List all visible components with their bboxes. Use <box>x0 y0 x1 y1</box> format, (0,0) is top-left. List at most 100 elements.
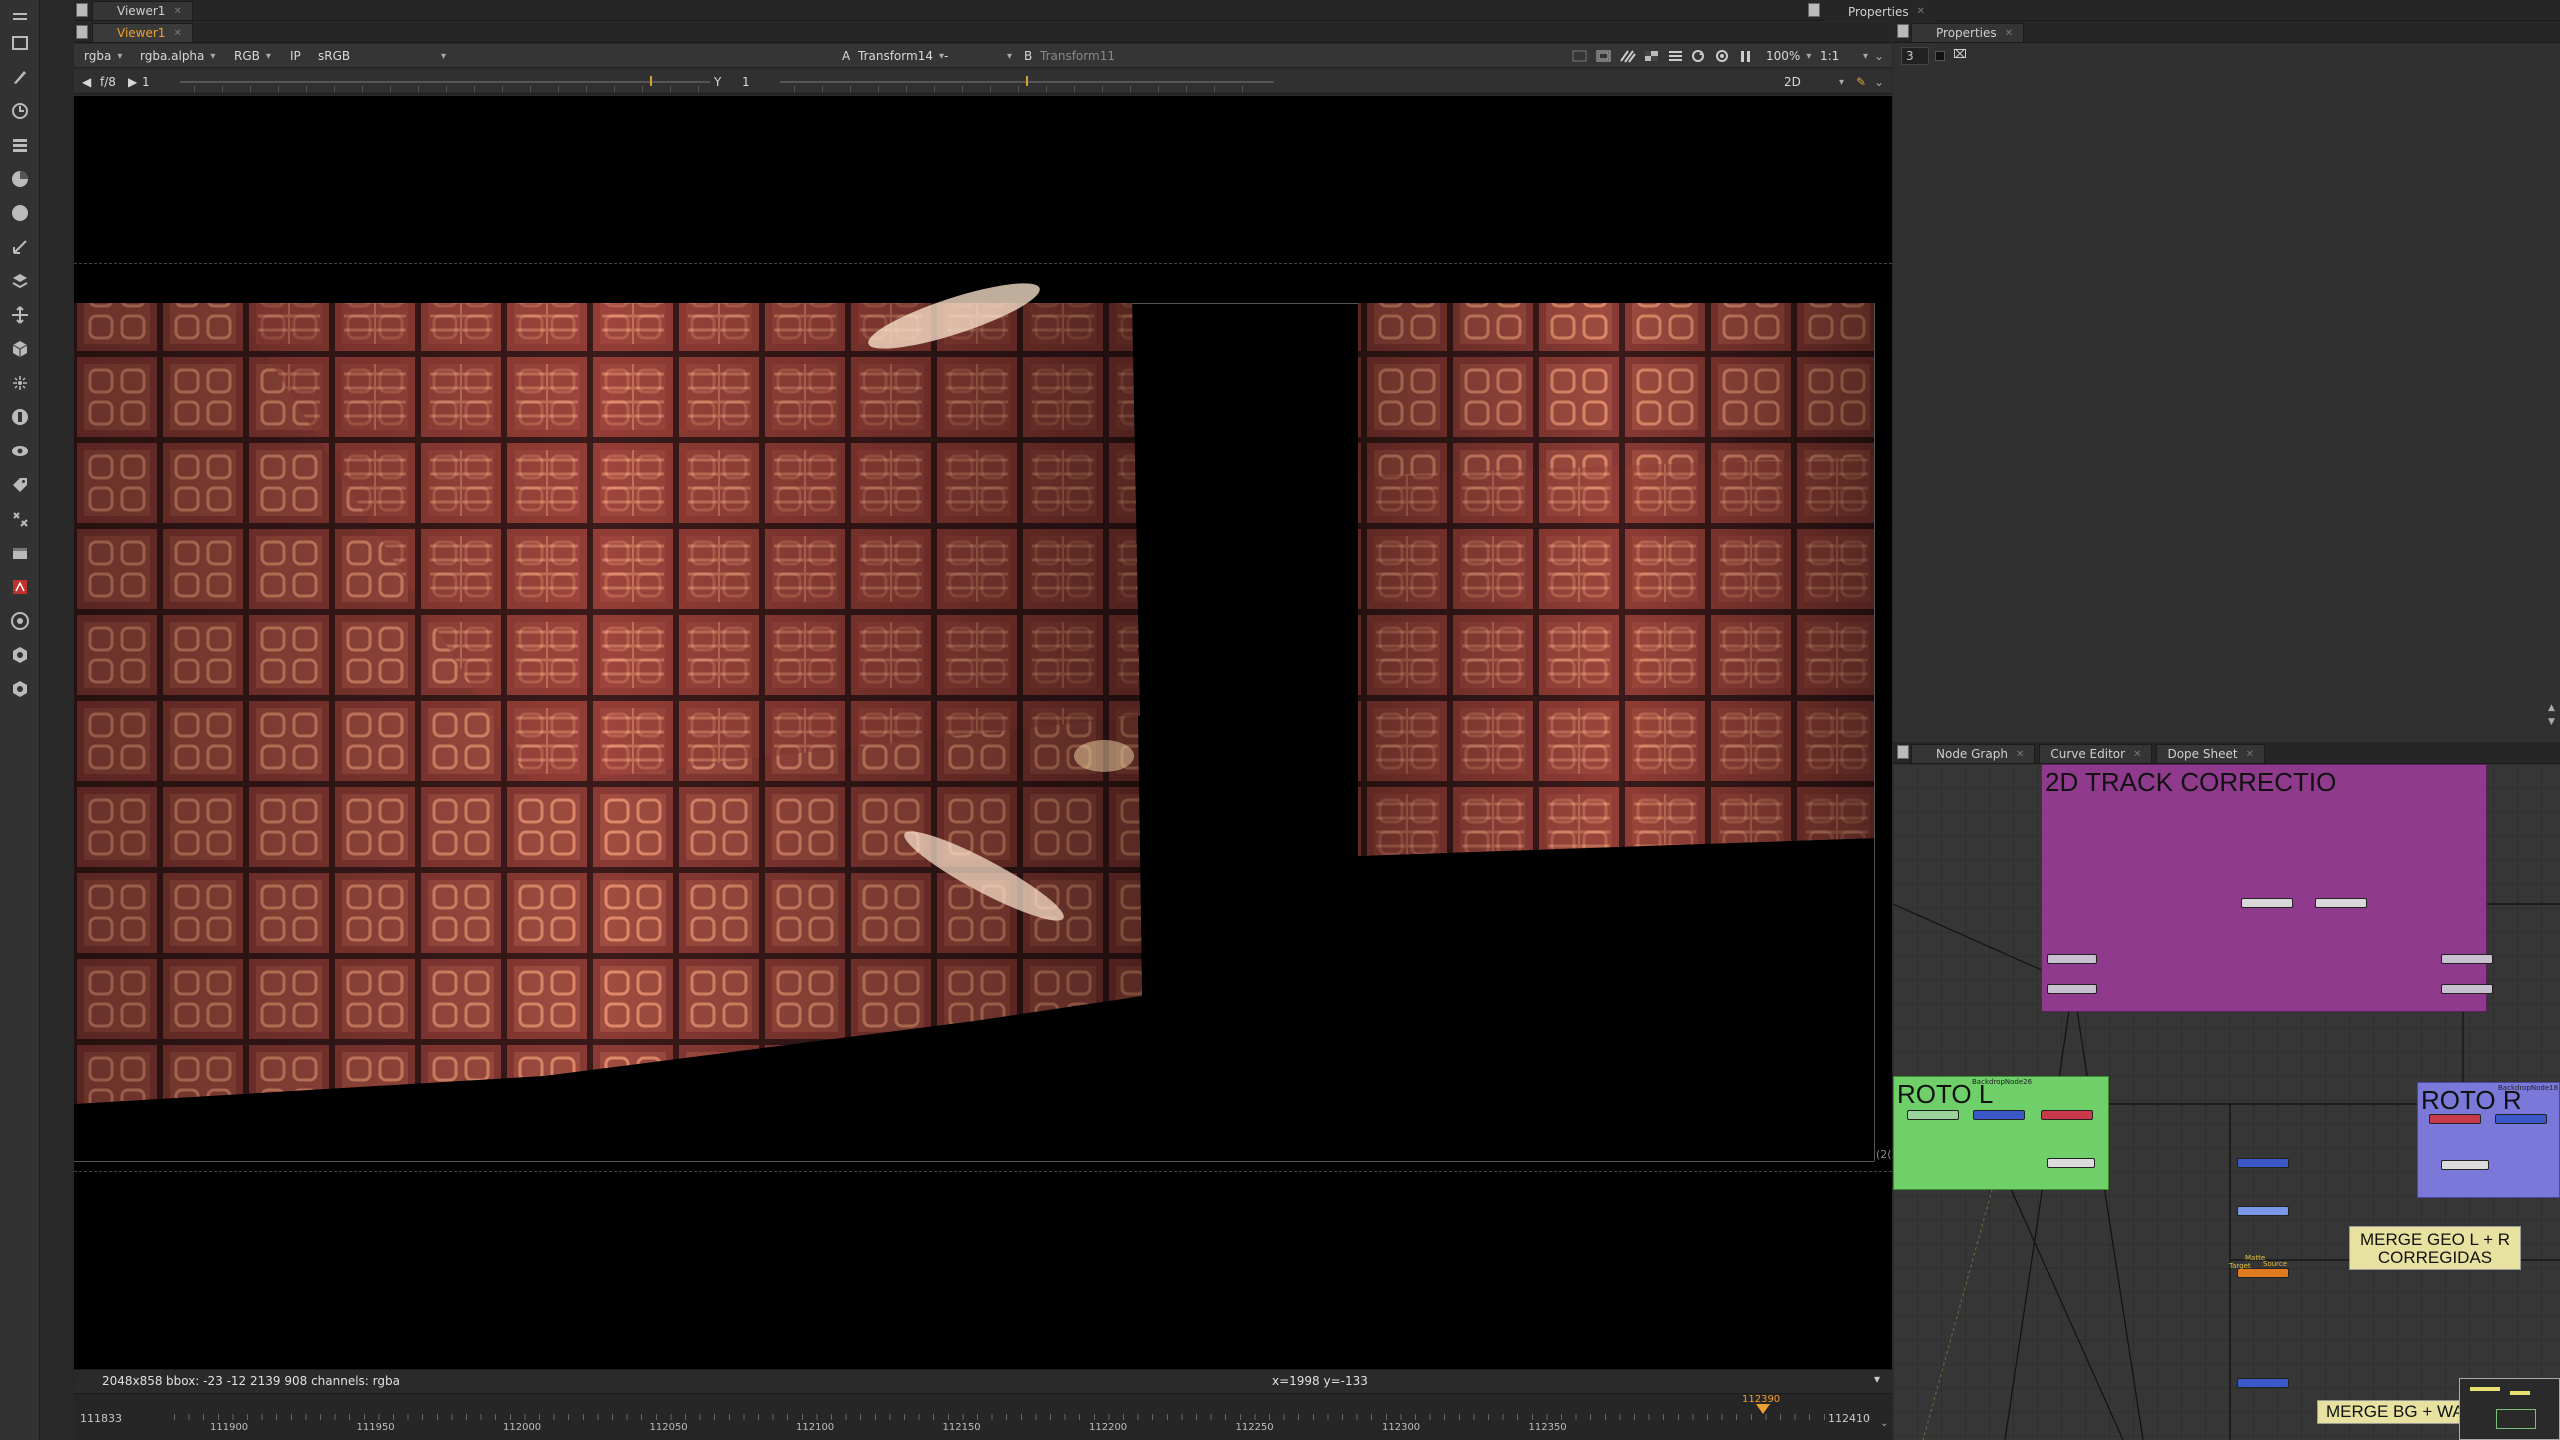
scroll-down-icon[interactable]: ▼ <box>2548 717 2555 727</box>
gamma-value[interactable]: 1 <box>742 73 750 91</box>
transform-node[interactable] <box>2441 954 2493 964</box>
tab-curve-editor[interactable]: Curve Editor ✕ <box>2039 744 2153 763</box>
pane-menu-icon[interactable] <box>1808 3 1820 17</box>
timeline[interactable]: 111833 111900 111950 112000 112050 112100 112… <box>74 1393 1892 1440</box>
keyer-tool-icon[interactable] <box>7 234 33 260</box>
merge-node[interactable] <box>2237 1158 2289 1168</box>
sticky-note-merge-geo[interactable]: MERGE GEO L + R CORREGIDAS <box>2349 1226 2521 1270</box>
close-icon[interactable]: ✕ <box>2133 749 2141 760</box>
deep-tool-icon[interactable] <box>7 404 33 430</box>
time-tool-icon[interactable] <box>7 98 33 124</box>
display-channels-dropdown[interactable]: RGB <box>234 47 271 65</box>
tab-dope-sheet[interactable]: Dope Sheet ✕ <box>2156 744 2265 763</box>
max-panels-input[interactable]: 3 <box>1901 47 1929 65</box>
expand2-icon[interactable]: ⌄ <box>1874 73 1884 91</box>
shuffle-node[interactable] <box>1973 1110 2025 1120</box>
gain-slider[interactable] <box>180 81 710 83</box>
refresh-icon[interactable] <box>1690 47 1706 65</box>
transform-node[interactable] <box>2047 954 2097 964</box>
gizmo-tool-icon[interactable] <box>7 642 33 668</box>
grade-node[interactable] <box>2237 1206 2289 1216</box>
transform-node[interactable] <box>2047 984 2097 994</box>
color-tool-icon[interactable] <box>7 166 33 192</box>
operation-dropdown[interactable]: - <box>944 47 1012 65</box>
other-tool-icon[interactable] <box>7 540 33 566</box>
expand-icon[interactable]: ⌄ <box>1874 47 1884 65</box>
gain-increment-icon[interactable]: ▶ <box>128 73 137 91</box>
pause-icon[interactable] <box>1738 47 1754 65</box>
mask-overlay-icon[interactable] <box>1596 47 1612 65</box>
merge-node[interactable] <box>2237 1378 2289 1388</box>
draw-tool-icon[interactable] <box>7 64 33 90</box>
clear-panels-icon[interactable]: ⌧ <box>1953 47 1967 61</box>
checker-icon[interactable] <box>1644 47 1660 65</box>
gain-slider-handle[interactable] <box>650 76 652 86</box>
roto-node[interactable] <box>1907 1110 1959 1120</box>
merge-tool-icon[interactable] <box>7 268 33 294</box>
close-icon[interactable]: ✕ <box>2005 28 2013 39</box>
proxy-dropdown[interactable]: 1:1 <box>1820 47 1868 65</box>
backdrop-roto-r[interactable]: ROTO R BackdropNode18 <box>2417 1082 2560 1198</box>
3d-tool-icon[interactable] <box>7 336 33 362</box>
tab-viewer1[interactable]: Viewer1 ✕ <box>92 23 193 42</box>
settings-icon[interactable] <box>1714 47 1730 65</box>
pane-menu-icon[interactable] <box>1897 745 1909 759</box>
gamma-slider-handle[interactable] <box>1026 76 1028 86</box>
premult-node[interactable] <box>2441 1160 2489 1170</box>
scroll-up-icon[interactable]: ▲ <box>2548 703 2555 713</box>
node-graph-canvas[interactable]: 2D TRACK CORRECTIO ROTO L BackdropNode26… <box>1893 764 2560 1440</box>
lut-dropdown[interactable]: sRGB <box>318 47 446 65</box>
menu-icon[interactable] <box>7 6 33 32</box>
ip-toggle[interactable]: IP <box>290 47 301 65</box>
close-icon[interactable]: ✕ <box>173 28 181 39</box>
input-b-value[interactable]: Transform11 <box>1040 47 1115 65</box>
tab-properties[interactable]: Properties ✕ <box>1911 23 2025 42</box>
pane-menu-icon[interactable] <box>76 3 88 17</box>
backdrop-2d-track[interactable]: 2D TRACK CORRECTIO <box>2041 764 2487 1012</box>
close-icon[interactable]: ✕ <box>1917 6 1925 17</box>
view-mode-dropdown[interactable]: 2D <box>1784 73 1844 91</box>
image-tool-icon[interactable] <box>7 30 33 56</box>
channel-tool-icon[interactable] <box>7 132 33 158</box>
info-icon[interactable] <box>1668 47 1684 65</box>
alpha-channel-dropdown[interactable]: rgba.alpha <box>140 47 215 65</box>
timeline-start[interactable]: 111833 <box>80 1412 122 1425</box>
tracker-node[interactable] <box>2315 898 2367 908</box>
tab-node-graph[interactable]: Node Graph ✕ <box>1911 744 2036 763</box>
zebra-icon[interactable] <box>1620 47 1636 65</box>
zoom-dropdown[interactable]: 100% <box>1766 47 1811 65</box>
node-graph-navigator[interactable] <box>2459 1378 2560 1440</box>
backdrop-roto-l[interactable]: ROTO L BackdropNode26 <box>1893 1076 2109 1190</box>
viewer-canvas[interactable]: (2( <box>74 96 1892 1369</box>
toolsets-tool-icon[interactable] <box>7 506 33 532</box>
views-tool-icon[interactable] <box>7 438 33 464</box>
gain-value[interactable]: 1 <box>142 73 150 91</box>
particles-tool-icon[interactable] <box>7 370 33 396</box>
gain-decrement-icon[interactable]: ◀ <box>82 73 91 91</box>
timeline-menu-icon[interactable]: ⌄ <box>1880 1418 1888 1429</box>
transform-node[interactable] <box>2441 984 2493 994</box>
furnace-tool-icon[interactable] <box>7 574 33 600</box>
merge-node[interactable] <box>2429 1114 2481 1124</box>
close-icon[interactable]: ✕ <box>2246 749 2254 760</box>
shuffle-node[interactable] <box>2495 1114 2547 1124</box>
playhead-marker[interactable] <box>1756 1404 1770 1414</box>
close-icon[interactable]: ✕ <box>173 6 181 17</box>
metadata-tool-icon[interactable] <box>7 472 33 498</box>
lock-panels-icon[interactable] <box>1935 51 1945 61</box>
pane-menu-icon[interactable] <box>76 25 88 39</box>
pane-menu-icon[interactable] <box>1897 24 1909 38</box>
input-a-dropdown[interactable]: Transform14 <box>858 47 944 65</box>
transform-tool-icon[interactable] <box>7 302 33 328</box>
roi-icon[interactable] <box>1572 47 1588 65</box>
tracker-node[interactable] <box>2241 898 2293 908</box>
channels-dropdown[interactable]: rgba <box>84 47 122 65</box>
close-icon[interactable]: ✕ <box>2016 749 2024 760</box>
ofx-tool-icon[interactable] <box>7 608 33 634</box>
filter-tool-icon[interactable] <box>7 200 33 226</box>
tab-viewer1-top[interactable]: Viewer1 ✕ <box>92 1 193 20</box>
premult-node[interactable] <box>2047 1158 2095 1168</box>
timeline-end[interactable]: 112410 <box>1828 1412 1870 1425</box>
merge-node[interactable] <box>2041 1110 2093 1120</box>
paint-icon[interactable]: ✎ <box>1856 73 1866 91</box>
